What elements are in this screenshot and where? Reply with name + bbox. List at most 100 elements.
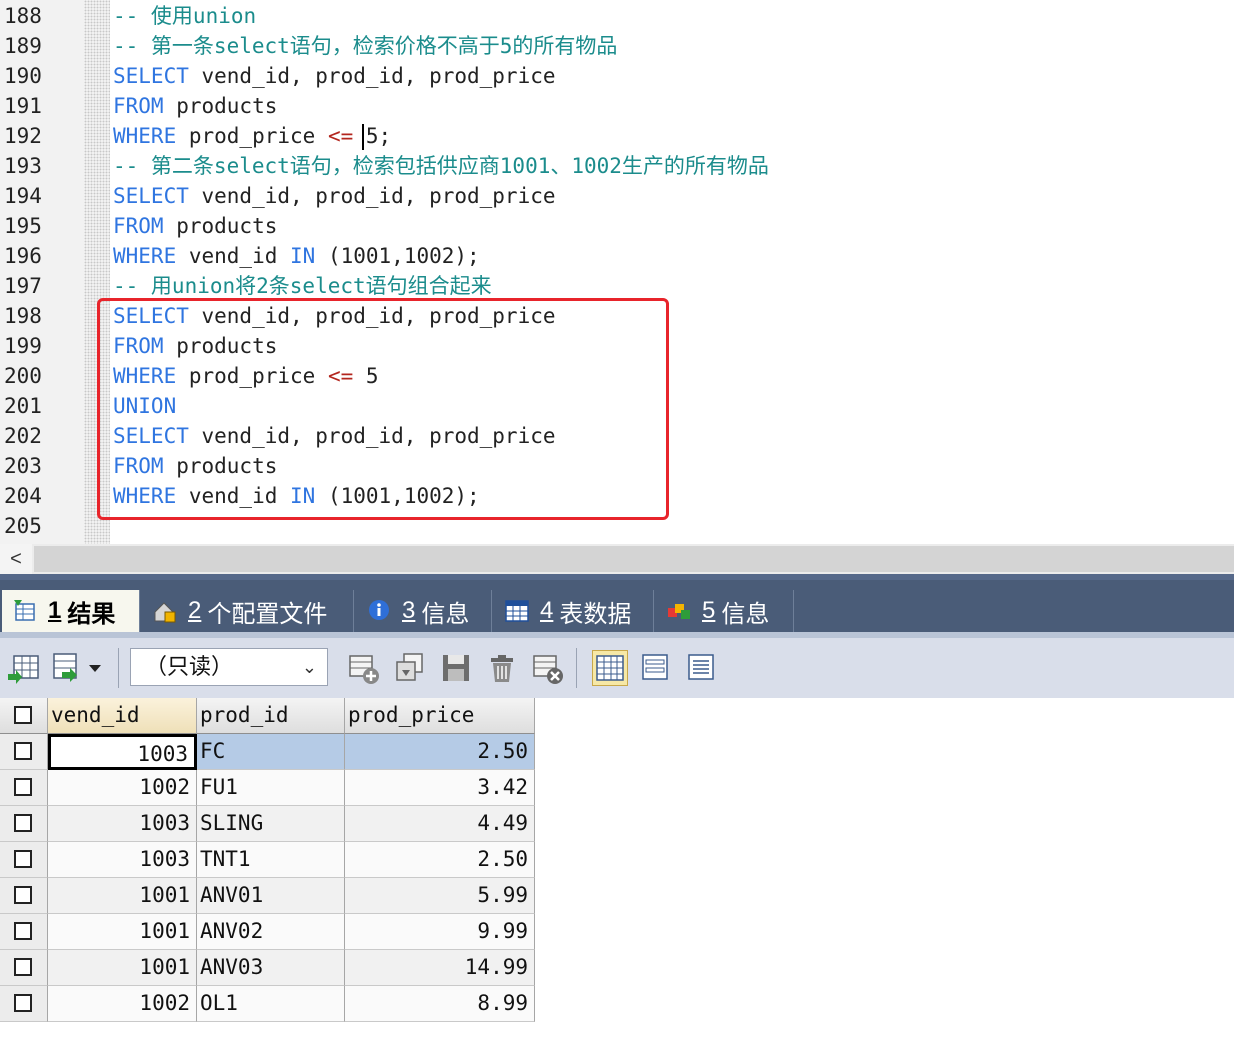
sql-text: products — [163, 94, 278, 118]
duplicate-row-icon[interactable] — [392, 650, 428, 686]
row-checkbox-icon[interactable] — [14, 886, 32, 904]
scroll-left-arrow-icon[interactable]: < — [0, 544, 32, 574]
tab-info-num: 3 — [402, 597, 416, 624]
chevron-down-icon[interactable] — [84, 650, 106, 686]
table-cell-prod-id[interactable]: TNT1 — [197, 842, 345, 878]
table-cell-prod-id[interactable]: FC — [197, 734, 345, 770]
table-cell-prod-id[interactable]: ANV03 — [197, 950, 345, 986]
table-cell-vend-id[interactable]: 1003 — [48, 734, 197, 770]
table-cell-prod-price[interactable]: 5.99 — [345, 878, 535, 914]
table-cell-prod-price[interactable]: 2.50 — [345, 842, 535, 878]
table-cell-prod-id[interactable]: ANV01 — [197, 878, 345, 914]
table-cell-vend-id[interactable]: 1002 — [48, 986, 197, 1022]
code-line[interactable]: 196 WHERE vend_id IN (1001,1002); — [0, 241, 1234, 271]
table-cell-prod-id[interactable]: OL1 — [197, 986, 345, 1022]
column-header-prod-id[interactable]: prod_id — [197, 698, 345, 734]
row-checkbox-icon[interactable] — [14, 850, 32, 868]
row-selector[interactable] — [0, 806, 48, 842]
table-cell-vend-id[interactable]: 1001 — [48, 878, 197, 914]
multi-info-icon — [666, 598, 692, 624]
readonly-select[interactable]: （只读） ⌄ — [130, 648, 328, 686]
row-checkbox-icon[interactable] — [14, 958, 32, 976]
text-caret — [362, 124, 364, 150]
line-number: 200 — [4, 364, 42, 388]
sql-operator: <= — [327, 124, 354, 148]
sql-keyword: SELECT — [113, 64, 189, 88]
row-checkbox-icon[interactable] — [14, 994, 32, 1012]
code-line[interactable]: 189 -- 第一条select语句，检索价格不高于5的所有物品 — [0, 31, 1234, 61]
line-number: 203 — [4, 454, 42, 478]
form-view-icon[interactable] — [638, 650, 674, 686]
line-number: 204 — [4, 484, 42, 508]
highlight-box — [97, 298, 669, 520]
table-cell-prod-price[interactable]: 8.99 — [345, 986, 535, 1022]
row-selector[interactable] — [0, 914, 48, 950]
line-number: 201 — [4, 394, 42, 418]
export-grid-icon[interactable] — [6, 650, 42, 686]
code-line[interactable]: 190 SELECT vend_id, prod_id, prod_price — [0, 61, 1234, 91]
table-cell-prod-price[interactable]: 4.49 — [345, 806, 535, 842]
code-line[interactable]: 193 -- 第二条select语句，检索包括供应商1001、1002生产的所有物… — [0, 151, 1234, 181]
import-icon[interactable] — [50, 650, 86, 686]
tab-info-2-num: 5 — [702, 597, 716, 624]
code-line[interactable]: 194 SELECT vend_id, prod_id, prod_price — [0, 181, 1234, 211]
line-number: 205 — [4, 514, 42, 538]
table-cell-vend-id[interactable]: 1001 — [48, 914, 197, 950]
code-line[interactable]: 195 FROM products — [0, 211, 1234, 241]
line-number: 193 — [4, 154, 42, 178]
code-line[interactable]: 192 WHERE prod_price <= 5; — [0, 121, 1234, 151]
insert-row-icon[interactable] — [346, 650, 382, 686]
row-selector[interactable] — [0, 986, 48, 1022]
row-selector[interactable] — [0, 734, 48, 770]
code-line[interactable]: 197 -- 用union将2条select语句组合起来 — [0, 271, 1234, 301]
sql-comment: -- 第二条select语句，检索包括供应商1001、1002生产的所有物品 — [113, 154, 769, 178]
table-cell-vend-id[interactable]: 1003 — [48, 842, 197, 878]
table-cell-prod-id[interactable]: ANV02 — [197, 914, 345, 950]
row-checkbox-icon[interactable] — [14, 922, 32, 940]
row-selector[interactable] — [0, 770, 48, 806]
row-selector[interactable] — [0, 950, 48, 986]
readonly-select-value: （只读） — [145, 654, 234, 679]
table-data-icon — [504, 598, 530, 624]
table-cell-prod-price[interactable]: 2.50 — [345, 734, 535, 770]
column-header-prod-price[interactable]: prod_price — [345, 698, 535, 734]
line-number: 190 — [4, 64, 42, 88]
tab-table-data[interactable]: 4 表数据 — [494, 590, 654, 632]
row-checkbox-icon[interactable] — [14, 814, 32, 832]
code-text: -- 用union将2条select语句组合起来 — [113, 271, 492, 301]
table-cell-vend-id[interactable]: 1003 — [48, 806, 197, 842]
save-icon[interactable] — [438, 650, 474, 686]
row-checkbox-icon[interactable] — [14, 778, 32, 796]
text-view-icon[interactable] — [684, 650, 720, 686]
tab-info-2[interactable]: 5 信息 — [656, 590, 794, 632]
code-line[interactable]: 188 -- 使用union — [0, 1, 1234, 31]
table-cell-vend-id[interactable]: 1002 — [48, 770, 197, 806]
row-selector[interactable] — [0, 842, 48, 878]
table-cell-prod-id[interactable]: SLING — [197, 806, 345, 842]
scrollbar-thumb[interactable] — [34, 546, 1234, 572]
tab-results-label: 结果 — [67, 600, 116, 628]
tab-info[interactable]: 3 信息 — [356, 590, 492, 632]
code-line[interactable]: 191 FROM products — [0, 91, 1234, 121]
row-checkbox-icon[interactable] — [14, 742, 32, 760]
select-all-header[interactable] — [0, 698, 48, 734]
code-text: WHERE vend_id IN (1001,1002); — [113, 241, 480, 271]
table-cell-prod-price[interactable]: 9.99 — [345, 914, 535, 950]
sql-keyword: WHERE — [113, 244, 177, 268]
sql-editor[interactable]: 188 -- 使用union 189 -- 第一条select语句，检索价格不高于5的… — [0, 0, 1234, 544]
column-header-vend-id[interactable]: vend_id — [48, 698, 197, 734]
line-number: 194 — [4, 184, 42, 208]
discard-icon[interactable] — [530, 650, 566, 686]
tab-results[interactable]: 1 结果 — [2, 590, 140, 632]
table-cell-prod-id[interactable]: FU1 — [197, 770, 345, 806]
chevron-down-icon: ⌄ — [301, 657, 317, 677]
tab-profile[interactable]: 2 个配置文件 — [142, 590, 354, 632]
table-cell-vend-id[interactable]: 1001 — [48, 950, 197, 986]
grid-view-icon[interactable] — [592, 650, 628, 686]
row-checkbox-icon[interactable] — [14, 706, 32, 724]
table-cell-prod-price[interactable]: 3.42 — [345, 770, 535, 806]
row-selector[interactable] — [0, 878, 48, 914]
tab-table-data-num: 4 — [540, 597, 554, 624]
table-cell-prod-price[interactable]: 14.99 — [345, 950, 535, 986]
delete-icon[interactable] — [484, 650, 520, 686]
